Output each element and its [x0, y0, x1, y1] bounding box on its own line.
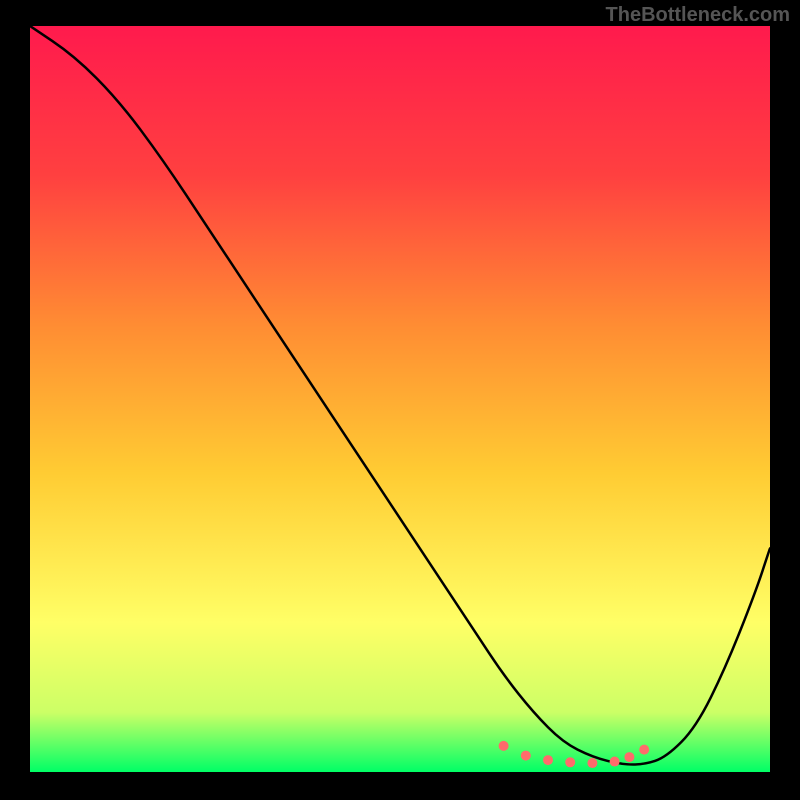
- watermark-text: TheBottleneck.com: [606, 4, 790, 27]
- chart-container: TheBottleneck.com: [0, 0, 800, 800]
- marker-dot: [543, 755, 553, 765]
- marker-dot: [624, 752, 634, 762]
- plot-area: [30, 26, 770, 772]
- marker-dot: [587, 758, 597, 768]
- marker-dot: [521, 751, 531, 761]
- bottleneck-curve: [30, 26, 770, 765]
- marker-dot: [639, 745, 649, 755]
- marker-dot: [610, 757, 620, 767]
- marker-dot: [565, 757, 575, 767]
- curve-layer: [30, 26, 770, 772]
- marker-dot: [499, 741, 509, 751]
